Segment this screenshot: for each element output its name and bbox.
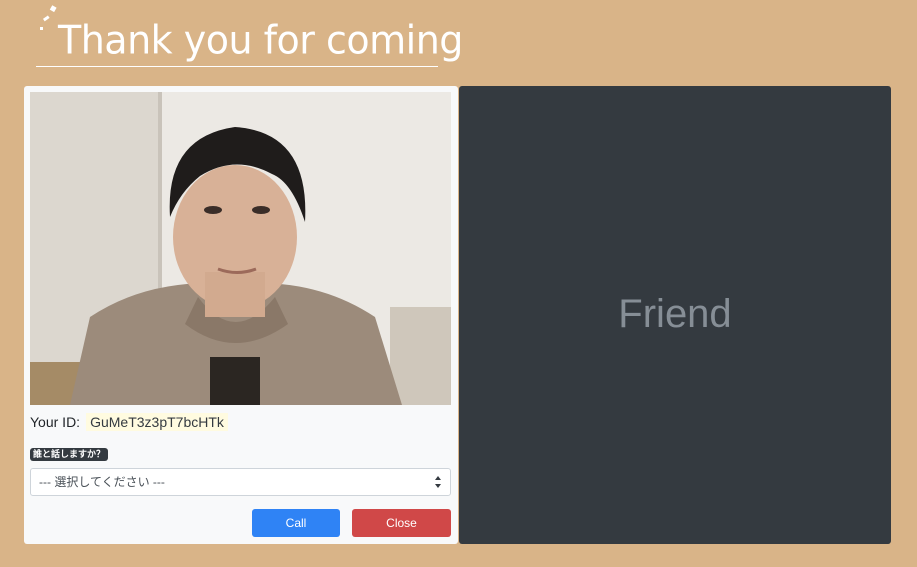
who-to-call-label: 誰と話しますか？ (30, 448, 109, 461)
page-header: Thank you for coming (36, 0, 463, 68)
local-video (30, 92, 451, 405)
local-video-image (30, 92, 451, 405)
close-button[interactable]: Close (352, 509, 451, 537)
remote-video-label: Friend (618, 292, 732, 336)
your-id-row: Your ID: GuMeT3z3pT7bcHTk (30, 411, 228, 433)
select-caret-icon (435, 476, 441, 488)
peer-select[interactable]: --- 選択してください --- (30, 468, 451, 496)
call-button[interactable]: Call (252, 509, 340, 537)
title-underline (36, 66, 438, 67)
remote-video: Friend (459, 86, 891, 544)
your-id-label: Your ID: (30, 414, 81, 430)
local-panel: Your ID: GuMeT3z3pT7bcHTk 誰と話しますか？ --- 選… (24, 86, 458, 544)
your-id-value: GuMeT3z3pT7bcHTk (86, 413, 228, 431)
peer-select-value: --- 選択してください --- (39, 475, 165, 489)
page-title: Thank you for coming (58, 17, 463, 63)
